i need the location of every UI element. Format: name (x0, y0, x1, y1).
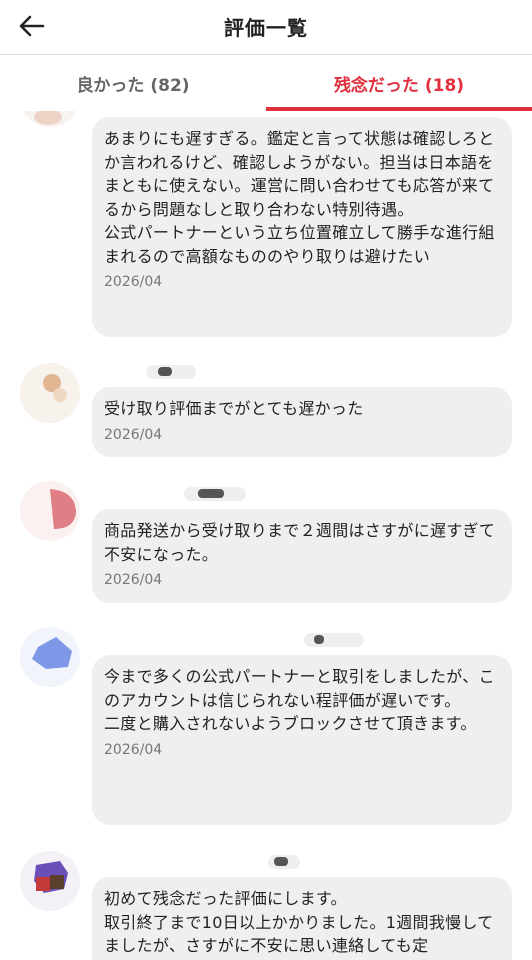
review-bubble: 初めて残念だった評価にします。 取引終了まで10日以上かかりました。1週間我慢し… (92, 877, 512, 960)
reviewer-avatar[interactable] (20, 851, 80, 911)
reviewer-name-blurred (268, 855, 300, 869)
reviewer-avatar[interactable] (20, 363, 80, 423)
review-bubble: 受け取り評価までがとても遅かった 2026/04 (92, 387, 512, 457)
review-date: 2026/04 (104, 274, 163, 290)
review-text: 商品発送から受け取りまで２週間はさすがに遅すぎて不安になった。 (104, 521, 496, 564)
review-date: 2026/04 (104, 426, 163, 443)
avatar-image (20, 363, 80, 423)
reviewer-name-blurred (304, 633, 364, 647)
review-bubble: 商品発送から受け取りまで２週間はさすがに遅すぎて不安になった。 2026/04 (92, 509, 512, 603)
review-text: あまりにも遅すぎる。鑑定と言って状態は確認しろとか言われるけど、確認しようがない… (104, 129, 495, 266)
rating-tabs: 良かった (82) 残念だった (18) (0, 55, 532, 111)
reviewer-avatar[interactable] (20, 627, 80, 687)
tab-good[interactable]: 良かった (82) (0, 55, 266, 111)
reviewer-name-blurred (184, 487, 246, 501)
avatar-image (20, 851, 80, 911)
reviewer-name-blurred (146, 365, 196, 379)
review-text: 受け取り評価までがとても遅かった (104, 399, 364, 418)
review-text: 今まで多くの公式パートナーと取引をしましたが、このアカウントは信じられない程評価… (104, 667, 495, 733)
app-header: 評価一覧 (0, 0, 532, 55)
avatar-image (20, 481, 80, 541)
review-text: 初めて残念だった評価にします。 取引終了まで10日以上かかりました。1週間我慢し… (104, 889, 494, 955)
review-bubble: 今まで多くの公式パートナーと取引をしましたが、このアカウントは信じられない程評価… (92, 655, 512, 825)
avatar-image (20, 111, 80, 127)
reviewer-avatar[interactable] (20, 111, 80, 127)
reviewer-avatar[interactable] (20, 481, 80, 541)
avatar-image (20, 627, 80, 687)
review-date: 2026/04 (104, 572, 163, 588)
review-date: 2026/04 (104, 741, 163, 758)
page-title: 評価一覧 (224, 16, 308, 40)
tab-bad[interactable]: 残念だった (18) (266, 55, 532, 111)
review-list[interactable]: あまりにも遅すぎる。鑑定と言って状態は確認しろとか言われるけど、確認しようがない… (0, 111, 532, 960)
review-bubble: あまりにも遅すぎる。鑑定と言って状態は確認しろとか言われるけど、確認しようがない… (92, 117, 512, 337)
